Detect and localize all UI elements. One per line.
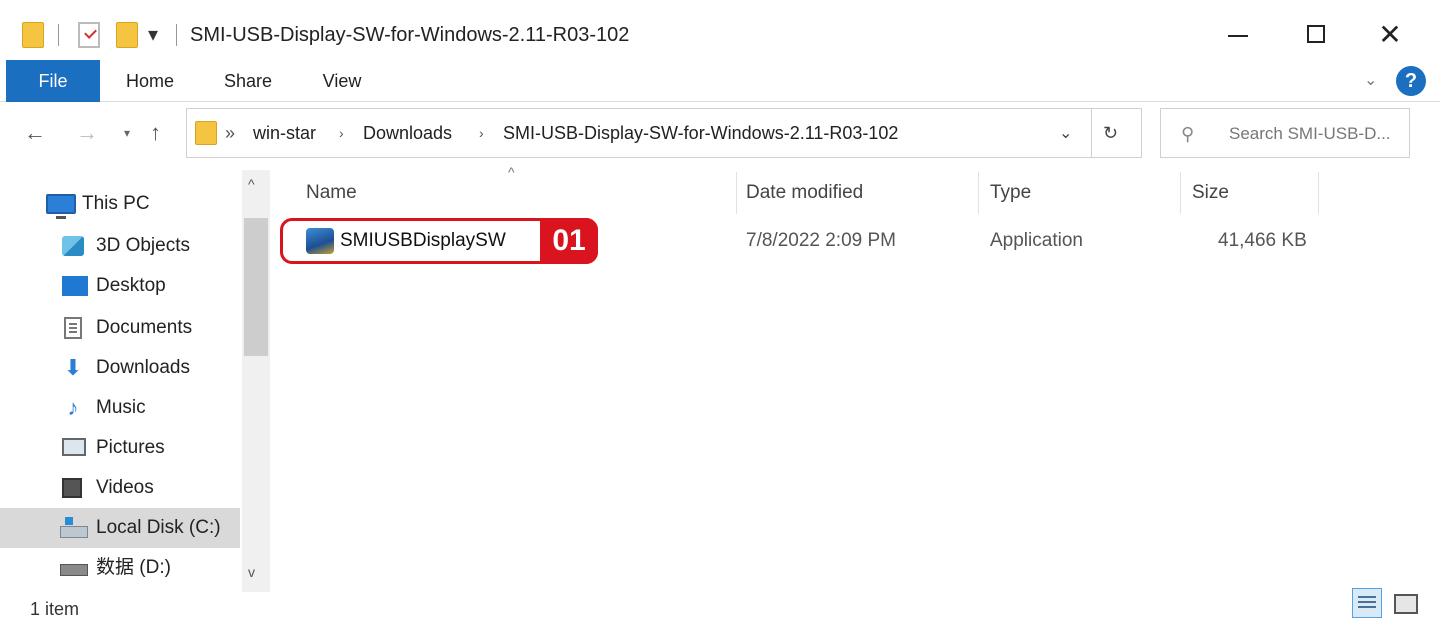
overflow-chevron[interactable]: » (225, 119, 235, 147)
address-dropdown-icon[interactable]: ⌄ (1059, 121, 1072, 147)
sidebar-item-this-pc[interactable]: This PC (0, 184, 240, 224)
column-header-date-modified[interactable]: Date modified (746, 178, 863, 208)
separator (176, 24, 177, 46)
tab-share[interactable]: Share (212, 60, 284, 102)
column-divider[interactable] (1180, 172, 1181, 214)
installer-icon[interactable] (306, 228, 334, 254)
address-bar[interactable]: » win-star › Downloads › SMI-USB-Display… (186, 108, 1142, 158)
desktop-icon (62, 276, 88, 296)
minimize-icon (1228, 35, 1248, 37)
scroll-up-button[interactable]: ^ (248, 174, 255, 194)
breadcrumb-current-folder[interactable]: SMI-USB-Display-SW-for-Windows-2.11-R03-… (503, 119, 898, 147)
navigation-pane: This PC 3D Objects Desktop Documents ⬇ D… (0, 170, 272, 592)
column-header-type[interactable]: Type (990, 178, 1031, 208)
sidebar-item-label: Desktop (96, 275, 166, 296)
sidebar-item-label: 3D Objects (96, 235, 190, 256)
column-divider[interactable] (1318, 172, 1319, 214)
minimize-button[interactable] (1208, 14, 1268, 54)
properties-check-icon[interactable] (78, 22, 100, 48)
tab-file[interactable]: File (6, 60, 100, 102)
sidebar-item-label: Music (96, 397, 146, 418)
title-bar: ▾ SMI-USB-Display-SW-for-Windows-2.11-R0… (0, 0, 1440, 62)
tab-view[interactable]: View (306, 60, 378, 102)
tab-home[interactable]: Home (110, 60, 190, 102)
sidebar-item-data-d[interactable]: 数据 (D:) (0, 548, 240, 588)
sidebar-item-label: Downloads (96, 357, 190, 378)
annotation-badge: 01 (540, 218, 598, 264)
sort-ascending-icon: ^ (508, 164, 515, 180)
refresh-icon[interactable]: ↻ (1103, 119, 1118, 147)
film-icon (62, 478, 82, 498)
breadcrumb-win-star[interactable]: win-star (253, 119, 316, 147)
sidebar-item-label: Pictures (96, 437, 165, 458)
quick-access-dropdown-icon[interactable]: ▾ (148, 22, 158, 48)
cube-icon (62, 236, 84, 256)
file-date-modified: 7/8/2022 2:09 PM (746, 230, 896, 251)
sidebar-item-label: Documents (96, 317, 193, 338)
divider (1091, 109, 1092, 157)
download-arrow-icon: ⬇ (63, 355, 83, 380)
column-divider[interactable] (978, 172, 979, 214)
sidebar-item-local-disk-c[interactable]: Local Disk (C:) (0, 508, 240, 548)
sidebar-item-label: 数据 (D:) (96, 557, 171, 578)
sidebar-item-3d-objects[interactable]: 3D Objects (0, 226, 240, 266)
computer-icon (46, 194, 76, 219)
folder-icon (22, 22, 44, 48)
scroll-down-button[interactable]: v (248, 562, 255, 582)
search-input[interactable]: Search SMI-USB-D... (1229, 121, 1391, 147)
sidebar-item-music[interactable]: ♪ Music (0, 388, 240, 428)
details-view-icon[interactable] (1352, 588, 1382, 618)
file-name-smiusbdisplaysw[interactable]: SMIUSBDisplaySW (340, 226, 506, 256)
up-button[interactable]: ↑ (150, 118, 161, 148)
breadcrumb-separator[interactable]: › (479, 119, 484, 147)
sidebar-item-label: This PC (82, 193, 150, 214)
new-folder-icon[interactable] (116, 22, 138, 48)
status-bar: 1 item (0, 592, 1440, 626)
sidebar-item-downloads[interactable]: ⬇ Downloads (0, 348, 240, 388)
file-type: Application (990, 230, 1083, 251)
document-icon (64, 317, 82, 339)
sidebar-item-videos[interactable]: Videos (0, 468, 240, 508)
folder-icon (195, 121, 217, 145)
recent-locations-button[interactable]: ▾ (124, 118, 130, 148)
close-button[interactable]: ✕ (1360, 14, 1420, 54)
forward-button[interactable]: → (76, 118, 98, 148)
sidebar-item-documents[interactable]: Documents (0, 308, 240, 348)
maximize-icon (1307, 25, 1325, 43)
sidebar-item-pictures[interactable]: Pictures (0, 428, 240, 468)
sidebar-item-label: Videos (96, 477, 154, 498)
help-icon[interactable]: ? (1396, 66, 1426, 96)
search-icon: ⚲ (1181, 124, 1195, 144)
maximize-button[interactable] (1286, 14, 1346, 54)
window-title: SMI-USB-Display-SW-for-Windows-2.11-R03-… (190, 24, 630, 46)
item-count: 1 item (30, 599, 80, 619)
chevron-down-icon[interactable]: ⌄ (1364, 68, 1377, 94)
column-divider[interactable] (736, 172, 737, 214)
column-header-size[interactable]: Size (1192, 178, 1229, 208)
picture-icon (62, 438, 86, 456)
sidebar-item-desktop[interactable]: Desktop (0, 266, 240, 306)
search-box[interactable]: ⚲ Search SMI-USB-D... (1160, 108, 1410, 158)
ribbon: File Home Share View ⌄ ? (0, 60, 1440, 102)
back-button[interactable]: ← (24, 118, 46, 148)
large-icons-view-icon[interactable] (1394, 594, 1418, 614)
column-header-name[interactable]: Name (306, 178, 357, 208)
sidebar-item-label: Local Disk (C:) (96, 517, 221, 538)
scrollbar-thumb[interactable] (244, 218, 268, 356)
separator (58, 24, 59, 46)
breadcrumb-separator[interactable]: › (339, 119, 344, 147)
breadcrumb-downloads[interactable]: Downloads (363, 119, 452, 147)
file-size: 41,466 KB (1218, 230, 1307, 251)
drive-icon (60, 517, 88, 538)
music-note-icon: ♪ (67, 395, 79, 420)
drive-icon (60, 564, 88, 576)
